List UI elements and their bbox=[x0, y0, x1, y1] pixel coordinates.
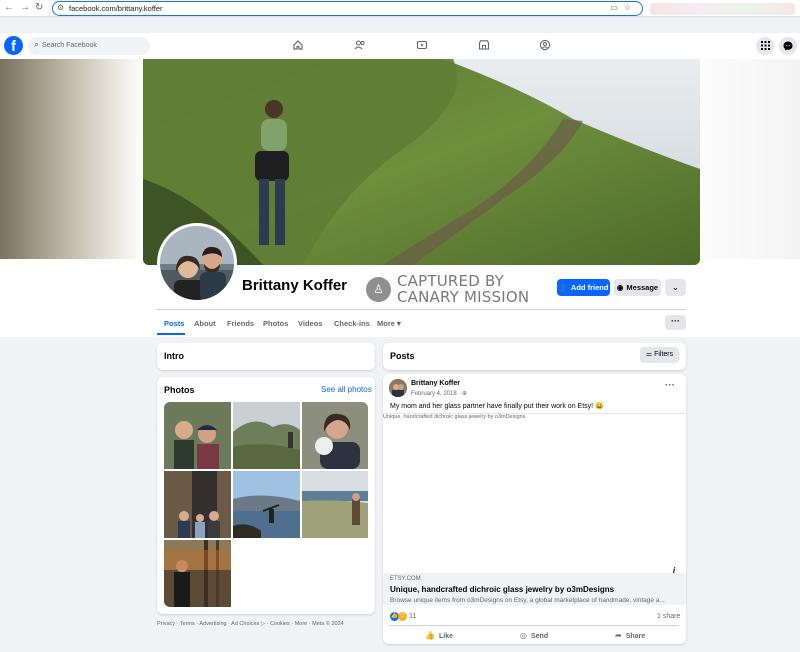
tab-photos[interactable]: Photos bbox=[263, 319, 288, 328]
tab-more[interactable]: More ▾ bbox=[377, 319, 401, 328]
post-author-avatar[interactable] bbox=[389, 379, 407, 397]
photo-thumbnail[interactable] bbox=[164, 540, 231, 607]
footer-links[interactable]: Privacy · Terms · Advertising · Ad Choic… bbox=[157, 621, 344, 627]
like-button[interactable]: 👍 Like bbox=[425, 631, 453, 640]
profile-avatar[interactable] bbox=[157, 223, 237, 303]
bookmark-star-icon[interactable]: ▭☆ bbox=[610, 3, 637, 12]
friends-icon[interactable] bbox=[353, 39, 367, 53]
photo-thumbnail[interactable] bbox=[302, 402, 368, 469]
see-all-photos-link[interactable]: See all photos bbox=[321, 385, 372, 394]
photo-thumbnail[interactable] bbox=[233, 471, 300, 538]
filters-button[interactable]: ⚌ Filters bbox=[640, 347, 679, 363]
photos-title: Photos bbox=[164, 385, 195, 395]
marketplace-icon[interactable] bbox=[477, 39, 491, 53]
thumbs-up-icon: 👍 bbox=[425, 631, 435, 640]
canary-mission-watermark: ♙ CAPTURED BY CANARY MISSION bbox=[366, 273, 536, 307]
add-friend-button[interactable]: 👤 Add friend bbox=[557, 279, 610, 296]
profile-more-button[interactable]: ··· bbox=[665, 315, 686, 330]
post-timestamp[interactable]: February 4, 2018 · ⊕ bbox=[411, 390, 467, 397]
posts-title: Posts bbox=[390, 351, 415, 361]
link-preview-image[interactable]: Unique, handcrafted dichroic glass jewel… bbox=[383, 413, 686, 573]
home-icon[interactable] bbox=[291, 39, 305, 53]
message-button[interactable]: ◉ Message bbox=[614, 279, 661, 296]
photo-thumbnail[interactable] bbox=[233, 402, 300, 469]
facebook-logo[interactable]: f bbox=[4, 36, 23, 55]
link-description: Browse unique items from o3mDesigns on E… bbox=[390, 597, 665, 604]
post-text: My mom and her glass partner have finall… bbox=[390, 403, 604, 410]
tab-check-ins[interactable]: Check-ins bbox=[334, 319, 370, 328]
reload-button[interactable]: ↻ bbox=[35, 2, 43, 14]
share-count[interactable]: 1 share bbox=[657, 613, 680, 620]
chevron-down-icon[interactable]: ⌄ bbox=[665, 279, 686, 296]
haha-reaction-icon: ☺ bbox=[398, 612, 407, 621]
broken-image-alt-text: Unique, handcrafted dichroic glass jewel… bbox=[383, 414, 526, 420]
share-arrow-icon: ➦ bbox=[615, 631, 622, 640]
menu-grid-icon[interactable] bbox=[756, 37, 774, 55]
search-icon: ⌕ bbox=[34, 39, 40, 49]
search-input[interactable]: Search Facebook bbox=[42, 42, 97, 49]
post-options-button[interactable]: ··· bbox=[665, 380, 675, 391]
actions-divider bbox=[389, 625, 679, 626]
intro-card: Intro bbox=[157, 343, 375, 370]
back-button[interactable]: ← bbox=[4, 2, 14, 14]
post-author-name[interactable]: Brittany Koffer bbox=[411, 380, 460, 387]
messenger-icon[interactable] bbox=[779, 37, 797, 55]
filters-icon: ⚌ bbox=[645, 351, 653, 358]
share-button[interactable]: ➦ Share bbox=[615, 631, 645, 640]
add-friend-icon: 👤 bbox=[558, 283, 568, 292]
tab-friends[interactable]: Friends bbox=[227, 319, 254, 328]
site-settings-icon[interactable]: ⚙ bbox=[57, 3, 64, 12]
photo-thumbnail[interactable] bbox=[164, 471, 231, 538]
tab-videos[interactable]: Videos bbox=[298, 319, 322, 328]
tabs-divider bbox=[157, 309, 686, 310]
intro-title: Intro bbox=[164, 351, 184, 361]
canary-bird-icon: ♙ bbox=[366, 277, 391, 302]
reaction-count[interactable]: 11 bbox=[409, 613, 416, 620]
tab-posts[interactable]: Posts bbox=[164, 319, 184, 328]
watermark-line-1: CAPTURED BY bbox=[397, 272, 504, 290]
facebook-top-bar: f ⌕ Search Facebook bbox=[0, 33, 800, 59]
active-tab-indicator bbox=[157, 333, 185, 335]
messenger-send-icon: ◎ bbox=[520, 631, 527, 640]
photos-card: Photos See all photos bbox=[157, 377, 375, 614]
watch-icon[interactable] bbox=[415, 39, 429, 53]
link-title[interactable]: Unique, handcrafted dichroic glass jewel… bbox=[390, 585, 614, 594]
send-button[interactable]: ◎ Send bbox=[520, 631, 548, 640]
tab-about[interactable]: About bbox=[194, 319, 216, 328]
profile-name: Brittany Koffer bbox=[242, 277, 348, 294]
address-url[interactable]: facebook.com/brittany.koffer bbox=[69, 4, 163, 13]
address-bar[interactable]: ⚙ facebook.com/brittany.koffer ▭☆ bbox=[52, 1, 643, 16]
blurred-extensions bbox=[650, 3, 795, 15]
search-box[interactable]: ⌕ Search Facebook bbox=[28, 37, 150, 55]
link-preview-meta[interactable]: ETSY.COM Unique, handcrafted dichroic gl… bbox=[383, 573, 686, 605]
cover-photo[interactable] bbox=[143, 59, 700, 265]
messenger-small-icon: ◉ bbox=[616, 283, 624, 292]
link-domain: ETSY.COM bbox=[390, 576, 421, 582]
browser-toolbar: ← → ↻ ⚙ facebook.com/brittany.koffer ▭☆ bbox=[0, 0, 800, 17]
groups-icon[interactable] bbox=[538, 39, 552, 53]
watermark-line-2: CANARY MISSION bbox=[397, 288, 530, 306]
forward-button[interactable]: → bbox=[20, 2, 30, 14]
photo-thumbnail[interactable] bbox=[302, 471, 368, 538]
photo-thumbnail[interactable] bbox=[164, 402, 231, 469]
